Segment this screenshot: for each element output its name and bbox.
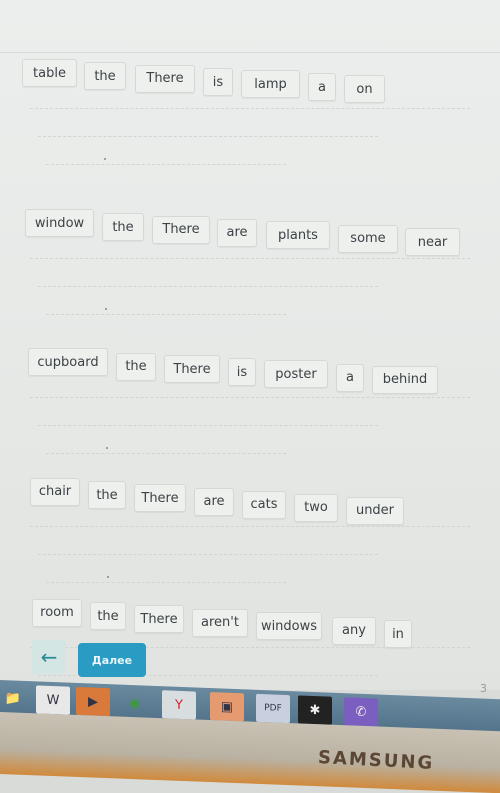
word-chip[interactable]: the <box>102 213 144 242</box>
photo-viewer-icon[interactable]: ▣ <box>210 692 244 722</box>
yandex-browser-icon[interactable]: Y <box>162 690 196 720</box>
word-chip[interactable]: room <box>32 598 82 627</box>
word-chip[interactable]: chair <box>30 477 80 506</box>
word-chip[interactable]: There <box>134 605 184 634</box>
word-chip[interactable]: cupboard <box>28 348 108 377</box>
word-chip[interactable]: a <box>308 73 336 102</box>
arrow-left-icon: ← <box>40 645 58 669</box>
answer-slot[interactable] <box>46 582 286 583</box>
word-chip[interactable]: are <box>217 218 257 247</box>
media-player-icon[interactable]: ▶ <box>76 686 110 717</box>
word-chip[interactable]: window <box>25 209 94 238</box>
word-chip[interactable]: two <box>294 493 338 522</box>
exercise-page: table the There is lamp a on window the There are p… <box>0 0 500 704</box>
word-chip[interactable]: aren't <box>192 608 248 637</box>
word-chip[interactable]: some <box>338 224 398 253</box>
fan-app-icon[interactable]: ✱ <box>298 695 332 725</box>
word-icon[interactable]: W <box>36 685 70 715</box>
word-chip[interactable]: behind <box>372 365 438 394</box>
word-chip[interactable]: There <box>152 215 210 244</box>
word-chip[interactable]: any <box>332 616 376 645</box>
word-chip[interactable]: cats <box>242 490 286 519</box>
back-button[interactable]: ← <box>32 640 66 674</box>
word-chip[interactable]: on <box>344 75 385 104</box>
word-chip[interactable]: poster <box>264 360 328 389</box>
word-chip[interactable]: is <box>203 68 233 97</box>
sentence-period <box>106 447 108 449</box>
answer-slot[interactable] <box>46 314 286 315</box>
divider <box>0 52 500 53</box>
sentence-period <box>104 158 106 160</box>
word-chip[interactable]: lamp <box>241 70 300 99</box>
word-chip[interactable]: are <box>194 487 234 516</box>
word-chip[interactable]: near <box>405 228 460 257</box>
answer-slot[interactable] <box>38 554 378 555</box>
answer-slot[interactable] <box>30 397 470 398</box>
word-chip[interactable]: the <box>88 481 126 510</box>
answer-slot[interactable] <box>46 164 286 165</box>
next-button[interactable]: Далее <box>78 643 146 677</box>
word-chip[interactable]: There <box>134 484 186 513</box>
chrome-icon[interactable]: ◉ <box>118 689 152 718</box>
folder-icon[interactable]: 📁 <box>0 684 30 713</box>
answer-slot[interactable] <box>46 453 286 454</box>
word-chip[interactable]: in <box>384 620 412 649</box>
answer-slot[interactable] <box>30 526 470 527</box>
pdf-icon[interactable]: PDF <box>256 693 290 724</box>
word-chip[interactable]: There <box>135 64 195 93</box>
word-chip[interactable]: the <box>116 352 156 381</box>
viber-icon[interactable]: ✆ <box>344 697 378 727</box>
word-chip[interactable]: the <box>84 62 126 91</box>
sentence-period <box>105 308 107 310</box>
clock: 3 <box>480 682 487 695</box>
answer-slot[interactable] <box>38 136 378 137</box>
word-chip[interactable]: table <box>22 59 77 88</box>
word-chip[interactable]: windows <box>256 612 322 641</box>
word-chip[interactable]: a <box>336 363 364 392</box>
word-chip[interactable]: the <box>90 602 126 631</box>
answer-slot[interactable] <box>38 425 378 426</box>
word-chip[interactable]: under <box>346 496 404 525</box>
sentence-period <box>107 576 109 578</box>
word-chip[interactable]: There <box>164 355 220 384</box>
answer-slot[interactable] <box>30 108 470 109</box>
answer-slot[interactable] <box>38 286 378 287</box>
answer-slot[interactable] <box>30 258 470 259</box>
word-chip[interactable]: is <box>228 358 256 387</box>
word-chip[interactable]: plants <box>266 221 330 250</box>
